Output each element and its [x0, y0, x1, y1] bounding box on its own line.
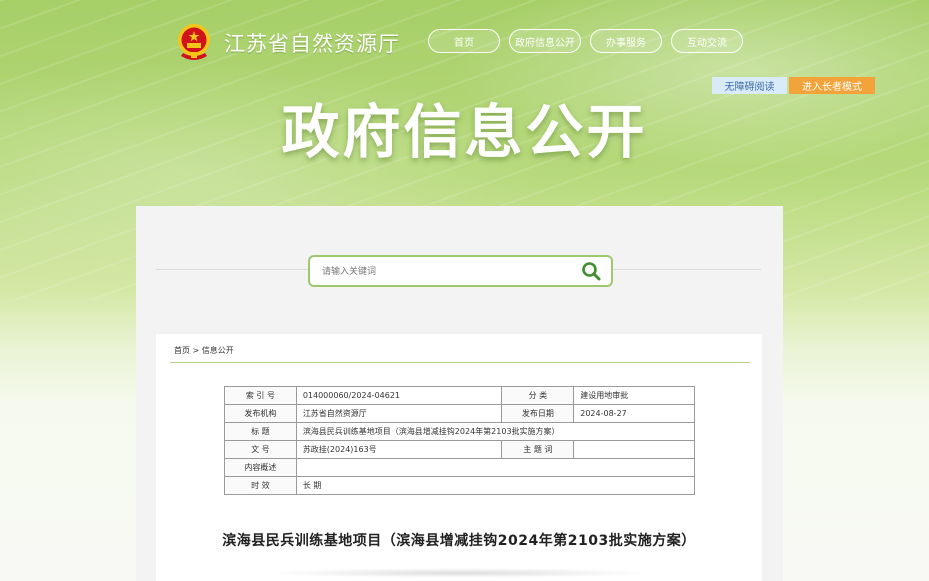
table-row: 时 效 长 期	[224, 476, 696, 495]
site-header: 江苏省自然资源厅 首页 政府信息公开 办事服务 互动交流 无障碍阅读 进入长者模…	[0, 0, 929, 200]
category-value: 建设用地审批	[573, 386, 695, 405]
main-nav: 首页 政府信息公开 办事服务 互动交流	[428, 29, 743, 53]
breadcrumb: 首页 > 信息公开	[174, 345, 234, 356]
date-label: 发布日期	[501, 404, 575, 423]
search-input[interactable]	[320, 261, 564, 283]
date-value: 2024-08-27	[573, 404, 695, 423]
title-value: 滨海县民兵训练基地项目（滨海县增减挂钩2024年第2103批实施方案）	[295, 422, 696, 441]
category-label: 分 类	[501, 386, 575, 405]
breadcrumb-separator: >	[192, 346, 200, 355]
docno-label: 文 号	[224, 440, 297, 459]
keywords-label: 主 题 词	[501, 440, 575, 459]
validity-label: 时 效	[224, 476, 297, 495]
title-underline-glow	[266, 568, 652, 578]
summary-value	[295, 458, 696, 477]
index-value: 014000060/2024-04621	[295, 386, 503, 405]
nav-services-button[interactable]: 办事服务	[590, 29, 662, 53]
site-title[interactable]: 江苏省自然资源厅	[224, 28, 400, 58]
document-panel: 首页 > 信息公开 索 引 号 014000060/2024-04621 分 类…	[156, 334, 762, 581]
publisher-label: 发布机构	[224, 404, 297, 423]
banner-title: 政府信息公开	[281, 98, 648, 166]
table-row: 内容概述	[224, 458, 696, 477]
table-row: 索 引 号 014000060/2024-04621 分 类 建设用地审批	[224, 386, 695, 405]
nav-home-button[interactable]: 首页	[428, 29, 500, 53]
validity-value: 长 期	[295, 476, 696, 495]
breadcrumb-divider	[170, 362, 750, 363]
metadata-table: 索 引 号 014000060/2024-04621 分 类 建设用地审批 发布…	[224, 386, 696, 495]
national-emblem-icon	[178, 24, 210, 60]
breadcrumb-current-link[interactable]: 信息公开	[202, 346, 234, 355]
nav-interaction-button[interactable]: 互动交流	[671, 29, 743, 53]
summary-label: 内容概述	[224, 458, 297, 477]
breadcrumb-home-link[interactable]: 首页	[174, 346, 190, 355]
search-icon[interactable]	[581, 261, 601, 281]
content-area: 首页 > 信息公开 索 引 号 014000060/2024-04621 分 类…	[136, 206, 783, 581]
table-row: 发布机构 江苏省自然资源厅 发布日期 2024-08-27	[224, 404, 695, 423]
nav-gov-info-button[interactable]: 政府信息公开	[509, 29, 581, 53]
keywords-value	[573, 440, 695, 459]
docno-value: 苏政挂(2024)163号	[295, 440, 503, 459]
search-bar	[308, 255, 613, 287]
title-label: 标 题	[224, 422, 297, 441]
table-row: 标 题 滨海县民兵训练基地项目（滨海县增减挂钩2024年第2103批实施方案）	[224, 422, 696, 441]
index-label: 索 引 号	[224, 386, 297, 405]
document-title: 滨海县民兵训练基地项目（滨海县增减挂钩2024年第2103批实施方案）	[222, 533, 696, 549]
table-row: 文 号 苏政挂(2024)163号 主 题 词	[224, 440, 695, 459]
publisher-value: 江苏省自然资源厅	[295, 404, 503, 423]
